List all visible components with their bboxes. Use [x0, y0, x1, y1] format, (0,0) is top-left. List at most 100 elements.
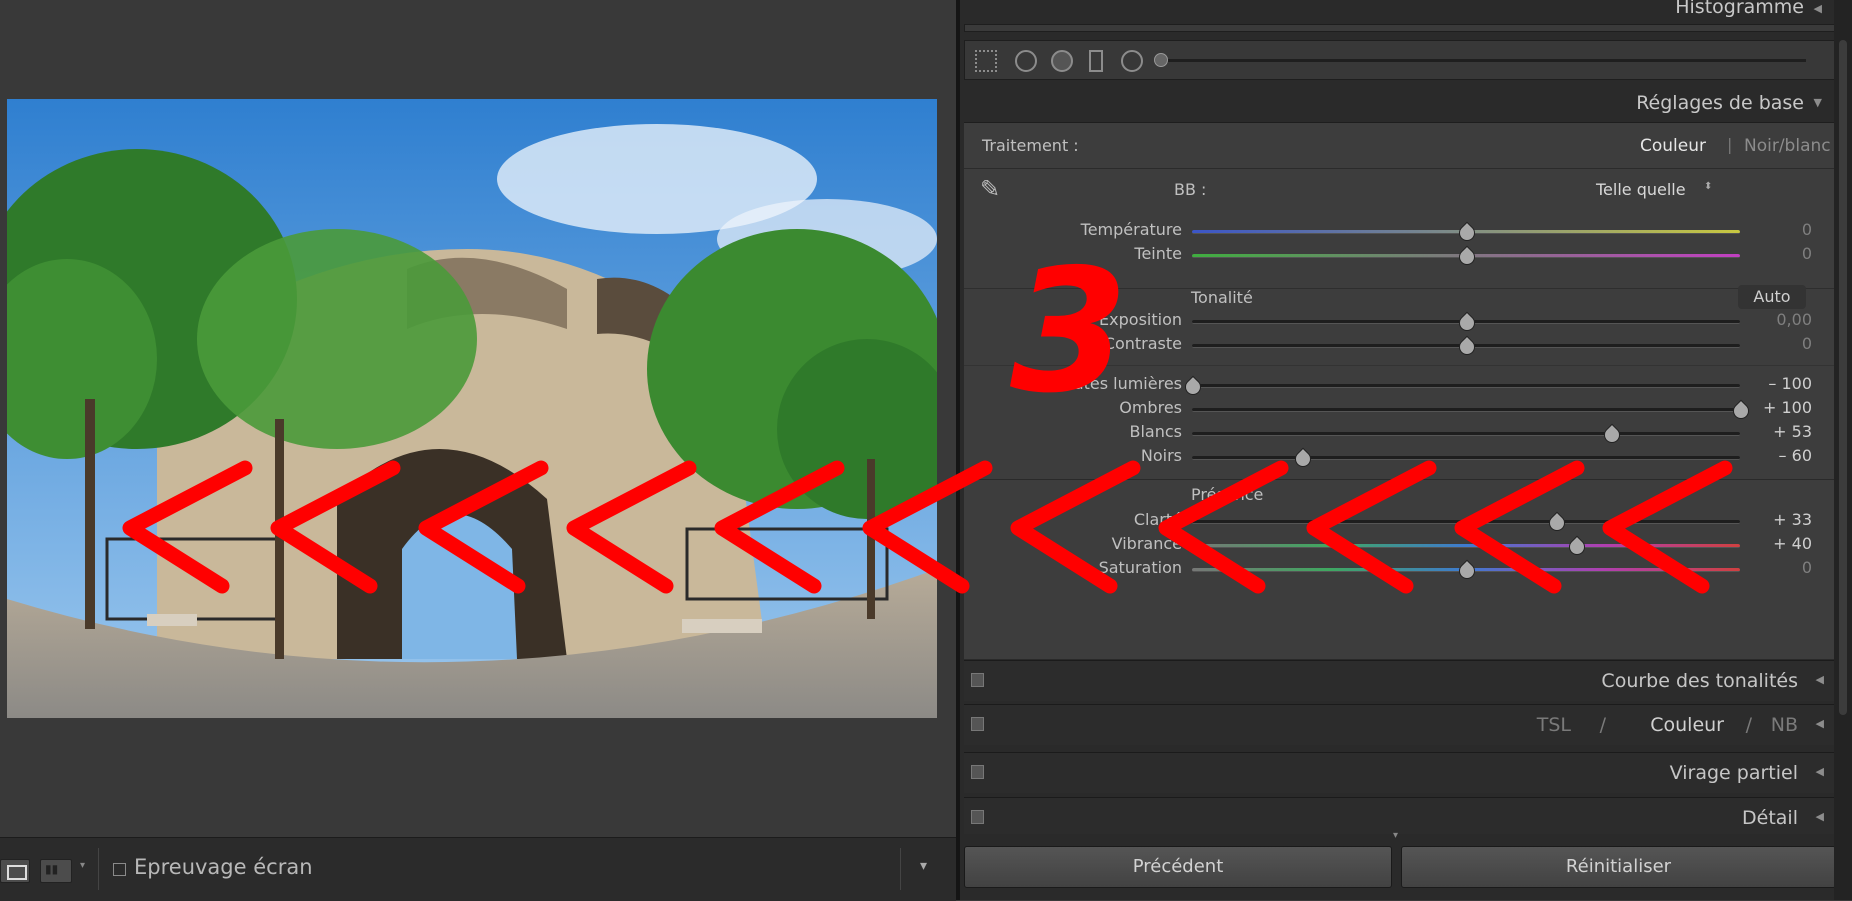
contrast-value: 0 [1801, 334, 1812, 353]
reset-button[interactable]: Réinitialiser [1401, 846, 1836, 888]
toolbar-divider [900, 848, 901, 890]
graduated-filter-icon[interactable] [1089, 50, 1103, 72]
previous-button[interactable]: Précédent [964, 846, 1392, 888]
panel-toggle-switch[interactable] [971, 717, 984, 731]
brush-icon[interactable] [1154, 53, 1168, 67]
chevron-down-icon[interactable]: ▾ [80, 860, 85, 871]
tone-label: Tonalité [1191, 288, 1253, 307]
shadows-slider[interactable] [1192, 408, 1740, 412]
temperature-value: 0 [1801, 220, 1812, 239]
image-view-area: ▮▮ ▾ Epreuvage écran ▾ [0, 0, 956, 901]
panel-toggle-switch[interactable] [971, 673, 984, 687]
radial-filter-icon[interactable] [1121, 50, 1143, 72]
saturation-label: Saturation [1098, 558, 1182, 577]
hsl-panel-header[interactable]: TSL / Couleur / NB ◀ [964, 704, 1834, 745]
brush-slider-track[interactable] [1161, 59, 1806, 62]
whites-value: + 53 [1773, 422, 1812, 441]
blacks-label: Noirs [1140, 446, 1182, 465]
bw-tab[interactable]: NB [1771, 714, 1798, 736]
clarity-value: + 33 [1773, 510, 1812, 529]
bottom-toolbar: ▮▮ ▾ Epreuvage écran ▾ [0, 837, 956, 901]
color-tab[interactable]: Couleur [1650, 714, 1724, 736]
select-arrows-icon[interactable]: ⬍ [1704, 181, 1712, 192]
highlights-slider[interactable] [1192, 384, 1740, 388]
split-toning-title: Virage partiel [1669, 762, 1798, 784]
contrast-label: Contraste [1103, 334, 1182, 353]
contrast-slider[interactable] [1192, 344, 1740, 348]
exposure-label: Exposition [1099, 310, 1182, 329]
tone-curve-panel-header[interactable]: Courbe des tonalités ◀ [964, 660, 1834, 701]
shadows-label: Ombres [1119, 398, 1182, 417]
divider [964, 288, 1834, 289]
vibrance-label: Vibrance [1111, 534, 1182, 553]
wb-preset-select[interactable]: Telle quelle [1596, 180, 1686, 199]
treatment-color-option[interactable]: Couleur [1640, 136, 1706, 156]
hsl-separator: / [1599, 714, 1606, 736]
tint-label: Teinte [1134, 244, 1182, 263]
auto-tone-button[interactable]: Auto [1738, 285, 1806, 309]
treatment-bw-option[interactable]: Noir/blanc [1744, 136, 1831, 156]
scrollbar-thumb[interactable] [1839, 40, 1847, 715]
clarity-slider[interactable] [1192, 520, 1740, 524]
tool-strip [964, 40, 1836, 80]
before-after-button[interactable]: ▮▮ [40, 859, 72, 883]
histogram-strip [964, 24, 1836, 32]
basic-panel-header[interactable]: Réglages de base ▼ [960, 84, 1834, 122]
collapse-triangle-icon[interactable]: ◀ [1816, 810, 1824, 823]
collapse-triangle-icon[interactable]: ◀ [1816, 673, 1824, 686]
temperature-slider[interactable] [1192, 230, 1740, 234]
clarity-label: Clarté [1133, 510, 1182, 529]
highlights-label: Hautes lumières [1051, 374, 1182, 393]
collapse-triangle-icon[interactable]: ◀ [1816, 765, 1824, 778]
vibrance-slider[interactable] [1192, 544, 1740, 548]
toolbar-menu-chevron-icon[interactable]: ▾ [920, 858, 927, 874]
tone-curve-title: Courbe des tonalités [1601, 670, 1798, 692]
eyedropper-icon[interactable]: ✎ [980, 175, 1000, 203]
toolbar-divider [98, 848, 99, 890]
photo-image [7, 99, 937, 718]
photo-preview[interactable] [7, 99, 937, 718]
basic-panel: Traitement : Couleur | Noir/blanc ✎ BB :… [964, 122, 1834, 659]
crop-overlay-icon[interactable] [975, 50, 997, 72]
detail-title: Détail [1742, 807, 1798, 829]
shadows-value: + 100 [1762, 398, 1812, 417]
exposure-slider[interactable] [1192, 320, 1740, 324]
divider [964, 168, 1834, 169]
saturation-slider[interactable] [1192, 568, 1740, 572]
loupe-icon [7, 865, 27, 880]
divider [964, 479, 1834, 480]
hsl-tab[interactable]: TSL [1537, 714, 1571, 736]
expand-triangle-icon[interactable]: ▼ [1814, 96, 1822, 109]
panel-end-marker-icon: ▾ [1393, 830, 1399, 841]
collapse-triangle-icon[interactable]: ◀ [1816, 717, 1824, 730]
blacks-value: – 60 [1778, 446, 1812, 465]
saturation-value: 0 [1801, 558, 1812, 577]
tint-value: 0 [1801, 244, 1812, 263]
whites-label: Blancs [1129, 422, 1183, 441]
wb-label: BB : [1174, 180, 1207, 199]
soft-proof-checkbox[interactable] [113, 863, 126, 876]
collapse-triangle-icon[interactable]: ◀ [1814, 2, 1822, 15]
tint-slider[interactable] [1192, 254, 1740, 258]
before-after-icon: ▮▮ [45, 862, 59, 876]
red-eye-icon[interactable] [1051, 50, 1073, 72]
panel-toggle-switch[interactable] [971, 765, 984, 779]
loupe-view-button[interactable] [0, 859, 30, 883]
divider [964, 365, 1834, 366]
hsl-separator: / [1745, 714, 1752, 736]
vibrance-value: + 40 [1773, 534, 1812, 553]
histogram-header[interactable]: Histogramme ◀ [960, 0, 1836, 34]
develop-right-panel: Histogramme ◀ Réglages de base ▼ Traitem… [960, 0, 1852, 900]
whites-slider[interactable] [1192, 432, 1740, 436]
detail-panel-header[interactable]: Détail ◀ [964, 797, 1834, 834]
spot-removal-icon[interactable] [1015, 50, 1037, 72]
histogram-title: Histogramme [1675, 0, 1804, 18]
soft-proof-label: Epreuvage écran [134, 855, 313, 879]
basic-panel-title: Réglages de base [1636, 92, 1804, 114]
panel-toggle-switch[interactable] [971, 810, 984, 824]
blacks-slider[interactable] [1192, 456, 1740, 460]
split-toning-panel-header[interactable]: Virage partiel ◀ [964, 752, 1834, 793]
panel-scrollbar[interactable] [1834, 0, 1852, 900]
temperature-label: Température [1080, 220, 1182, 239]
exposure-value: 0,00 [1776, 310, 1812, 329]
